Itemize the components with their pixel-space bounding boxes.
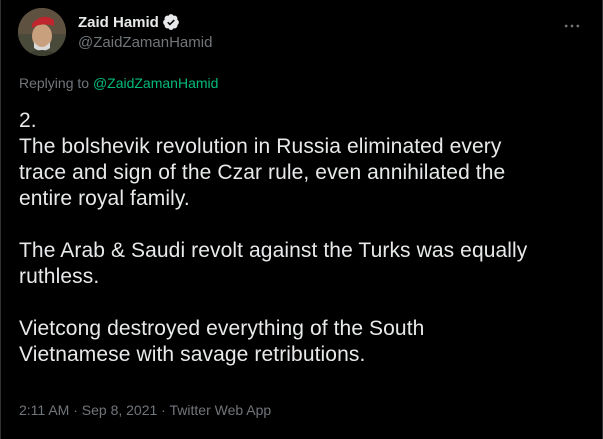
replying-to-mention-link[interactable]: @ZaidZamanHamid <box>93 75 218 91</box>
display-name-row: Zaid Hamid <box>78 12 212 32</box>
author-names: Zaid Hamid @ZaidZamanHamid <box>78 12 212 52</box>
verified-badge-icon <box>162 13 180 31</box>
tweet-source-link[interactable]: Twitter Web App <box>170 402 272 418</box>
tweet-time-link[interactable]: 2:11 AM <box>19 402 69 418</box>
meta-separator: · <box>69 402 82 418</box>
more-options-icon[interactable] <box>560 14 584 38</box>
avatar[interactable] <box>18 8 66 56</box>
author-handle[interactable]: @ZaidZamanHamid <box>78 34 212 51</box>
avatar-image <box>18 8 66 56</box>
replying-to-label: Replying to <box>19 75 93 91</box>
display-name[interactable]: Zaid Hamid <box>78 14 159 31</box>
tweet-card: Zaid Hamid @ZaidZamanHamid Replying to @… <box>0 0 603 439</box>
tweet-text: 2. The bolshevik revolution in Russia el… <box>19 109 528 366</box>
tweet-header: Zaid Hamid @ZaidZamanHamid <box>18 8 590 60</box>
replying-to-line: Replying to @ZaidZamanHamid <box>19 75 218 91</box>
tweet-metadata: 2:11 AM · Sep 8, 2021 · Twitter Web App <box>19 402 271 418</box>
meta-separator: · <box>157 402 170 418</box>
tweet-date-link[interactable]: Sep 8, 2021 <box>82 402 158 418</box>
